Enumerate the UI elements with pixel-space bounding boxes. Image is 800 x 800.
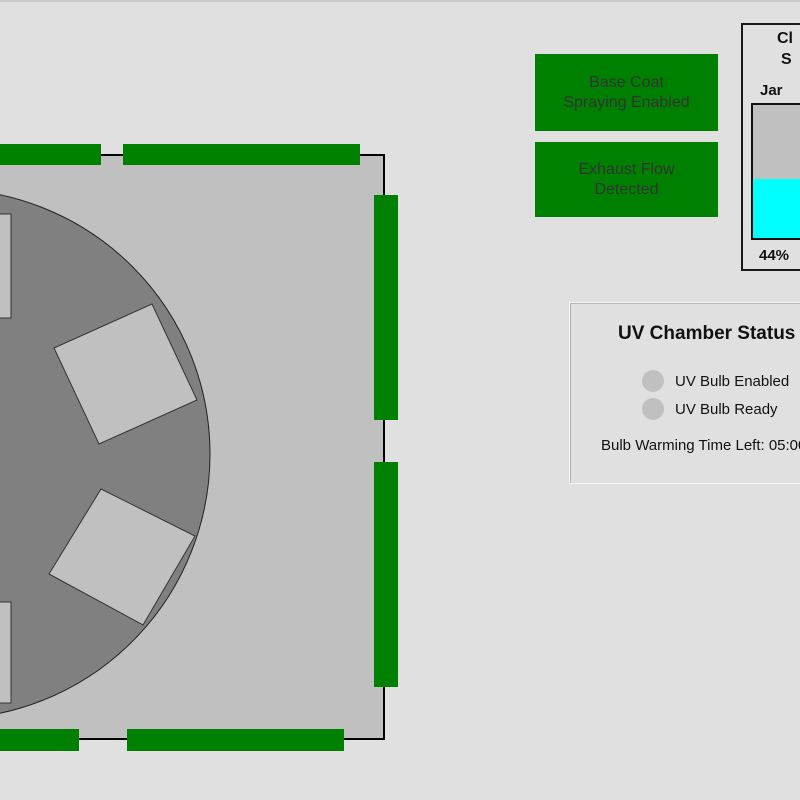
- rail-right-lower: [374, 462, 398, 687]
- jar-level-gauge: [751, 103, 800, 240]
- rail-top-left: [0, 144, 101, 165]
- exhaust-line-2: Detected: [594, 180, 659, 198]
- uv-bulb-enabled-led-icon: [642, 370, 664, 392]
- rail-bottom-right: [127, 729, 344, 751]
- jar-level-panel: Cl S Jar 44%: [741, 23, 800, 271]
- jar-panel-title-line-1: Cl: [777, 30, 793, 47]
- jar-level-percent: 44%: [759, 247, 790, 264]
- uv-bulb-ready-led-icon: [642, 398, 664, 420]
- jar-level-fill: [753, 179, 800, 238]
- uv-chamber-status-panel: UV Chamber Status UV Bulb Enabled UV Bul…: [569, 302, 800, 484]
- base-coat-line-2: Spraying Enabled: [563, 93, 690, 111]
- hmi-screen: Base Coat Spraying Enabled Exhaust Flow …: [0, 0, 800, 800]
- jar-panel-title-line-2: S: [781, 51, 792, 68]
- rail-top-right: [123, 144, 360, 165]
- uv-chamber-title: UV Chamber Status: [618, 323, 796, 344]
- base-coat-spraying-indicator[interactable]: Base Coat Spraying Enabled: [535, 54, 718, 131]
- exhaust-flow-indicator[interactable]: Exhaust Flow Detected: [535, 142, 718, 217]
- uv-bulb-enabled-label: UV Bulb Enabled: [675, 372, 790, 390]
- jar-label: Jar: [760, 82, 783, 99]
- exhaust-line-1: Exhaust Flow: [578, 160, 675, 178]
- base-coat-line-1: Base Coat: [589, 73, 664, 91]
- rail-bottom-left: [0, 729, 79, 751]
- part-fixture-bottom-left: [0, 601, 12, 704]
- bulb-warming-time: Bulb Warming Time Left: 05:00: [601, 437, 800, 454]
- uv-bulb-enabled-row: UV Bulb Enabled: [642, 370, 789, 392]
- uv-bulb-ready-row: UV Bulb Ready: [642, 398, 778, 420]
- rail-right-upper: [374, 195, 398, 420]
- part-fixture-top-left: [0, 213, 12, 319]
- uv-bulb-ready-label: UV Bulb Ready: [675, 400, 778, 418]
